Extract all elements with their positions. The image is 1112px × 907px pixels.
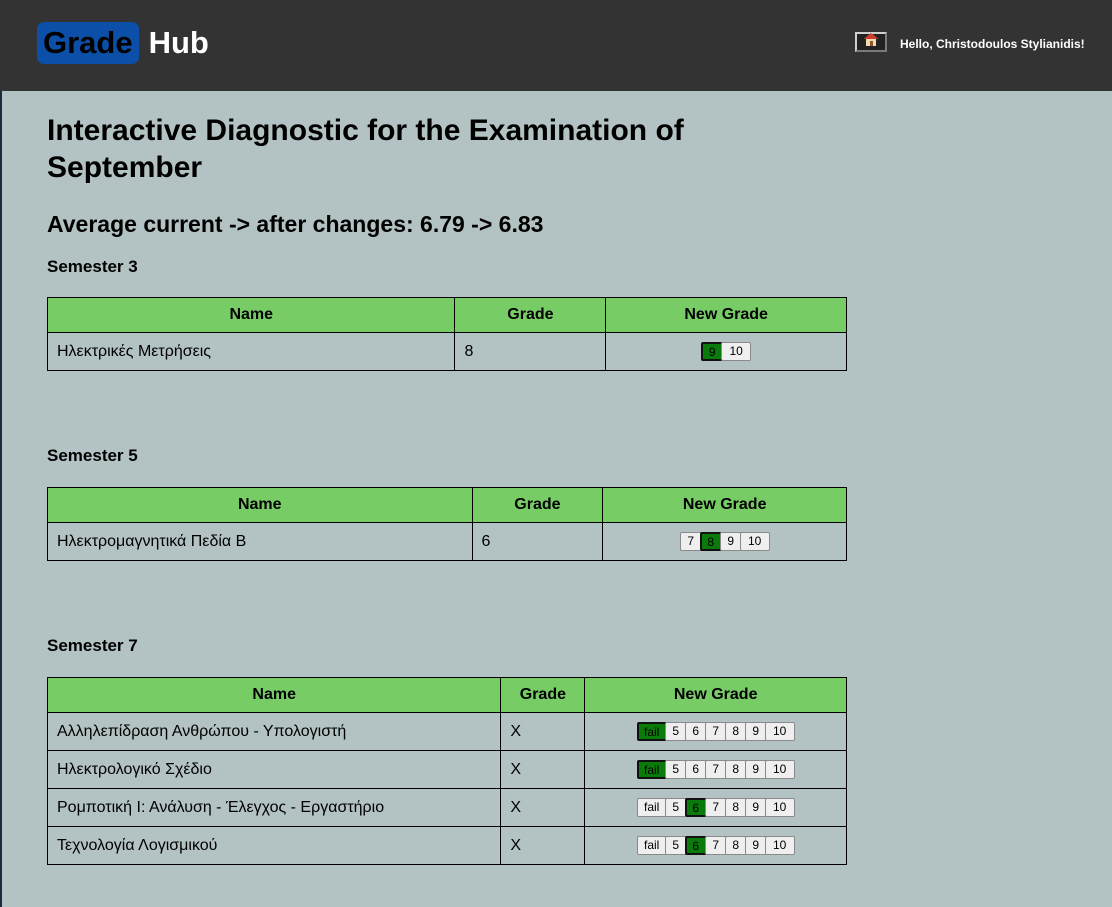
logo-grade-text: Grade [37,22,139,64]
course-name: Ηλεκτρικές Μετρήσεις [46,332,456,371]
grade-option-6-button[interactable]: 6 [684,722,707,741]
grade-option-10-button[interactable]: 10 [739,532,770,551]
course-name: Τεχνολογία Λογισμικού [46,826,502,865]
new-grade-selector: 7 8 9 10 [602,522,847,561]
current-grade: X [500,750,586,789]
current-grade: X [500,826,586,865]
current-grade: X [500,712,586,751]
grade-option-7-button[interactable]: 7 [679,532,702,551]
new-grade-selector: fail 5 6 7 8 9 10 [584,788,847,827]
column-header-grade: Grade [500,677,586,713]
grade-option-fail-button[interactable]: fail [636,798,667,817]
course-row: Ηλεκτρικές Μετρήσεις 8 9 10 [46,332,847,371]
column-header-name: Name [47,487,473,523]
course-name: Ρομποτική Ι: Ανάλυση - Έλεγχος - Εργαστή… [46,788,502,827]
grade-option-6-button[interactable]: 6 [684,836,707,855]
grade-option-9-button[interactable]: 9 [701,342,724,361]
grade-option-6-button[interactable]: 6 [684,760,707,779]
home-button[interactable] [855,32,887,52]
page-title: Interactive Diagnostic for the Examinati… [47,114,684,184]
top-navbar: Grade Hub Hello, Christodoulos Stylianid… [0,0,1112,91]
column-header-grade: Grade [471,487,604,523]
new-grade-selector: 9 10 [605,332,847,371]
grade-option-5-button[interactable]: 5 [664,760,687,779]
grade-option-fail-button[interactable]: fail [636,760,667,779]
grade-option-7-button[interactable]: 7 [704,722,727,741]
grade-option-10-button[interactable]: 10 [721,342,752,361]
grades-table: Name Grade New Grade Ηλεκτρομαγνητικά Πεδία… [47,487,847,561]
course-row: Τεχνολογία Λογισμικού Xfail 5 6 7 8 9 10 [46,826,847,865]
grade-option-8-button[interactable]: 8 [724,722,747,741]
new-grade-selector: fail 5 6 7 8 9 10 [584,750,847,789]
grade-option-5-button[interactable]: 5 [664,836,687,855]
grade-option-6-button[interactable]: 6 [684,798,707,817]
grade-option-10-button[interactable]: 10 [764,836,795,855]
logo[interactable]: Grade Hub [37,22,209,64]
logo-hub-text: Hub [148,25,209,60]
new-grade-selector: fail 5 6 7 8 9 10 [584,826,847,865]
column-header-grade: Grade [454,297,607,333]
course-row: Ρομποτική Ι: Ανάλυση - Έλεγχος - Εργαστή… [46,788,847,827]
grade-option-7-button[interactable]: 7 [704,798,727,817]
current-grade: 6 [471,522,604,561]
column-header-name: Name [46,297,456,333]
grade-option-9-button[interactable]: 9 [744,722,767,741]
semester-heading: Semester 3 [47,257,138,276]
grade-option-10-button[interactable]: 10 [764,798,795,817]
grade-option-5-button[interactable]: 5 [664,798,687,817]
grades-table: Name Grade New Grade Ηλεκτρικές Μετρήσεις 8 9… [46,297,847,371]
grades-table: Name Grade New Grade Αλληλεπίδραση Ανθρώπου… [46,677,847,865]
grade-option-fail-button[interactable]: fail [636,722,667,741]
grade-option-fail-button[interactable]: fail [636,836,667,855]
current-grade: X [500,788,586,827]
semester-heading: Semester 7 [47,636,138,655]
grade-option-8-button[interactable]: 8 [724,760,747,779]
grade-option-7-button[interactable]: 7 [704,760,727,779]
grade-option-10-button[interactable]: 10 [764,760,795,779]
left-edge-strip [0,91,2,907]
column-header-new-grade: New Grade [605,297,847,333]
grade-option-8-button[interactable]: 8 [699,532,722,551]
average-summary: Average current -> after changes: 6.79 -… [47,211,544,237]
course-name: Αλληλεπίδραση Ανθρώπου - Υπολογιστή [46,712,502,751]
grade-option-9-button[interactable]: 9 [744,760,767,779]
main-content: Interactive Diagnostic for the Examinati… [46,112,847,865]
course-row: Ηλεκτρολογικό Σχέδιο Xfail 5 6 7 8 9 10 [46,750,847,789]
grade-option-8-button[interactable]: 8 [724,836,747,855]
grade-option-10-button[interactable]: 10 [764,722,795,741]
column-header-new-grade: New Grade [602,487,847,523]
column-header-name: Name [46,677,502,713]
grade-option-8-button[interactable]: 8 [724,798,747,817]
course-name: Ηλεκτρολογικό Σχέδιο [46,750,502,789]
course-name: Ηλεκτρομαγνητικά Πεδία Β [47,522,473,561]
grade-option-9-button[interactable]: 9 [744,798,767,817]
grade-option-9-button[interactable]: 9 [719,532,742,551]
new-grade-selector: fail 5 6 7 8 9 10 [584,712,847,751]
course-row: Ηλεκτρομαγνητικά Πεδία Β 6 7 8 9 10 [47,522,847,561]
grade-option-7-button[interactable]: 7 [704,836,727,855]
house-icon [864,33,878,51]
column-header-new-grade: New Grade [584,677,847,713]
grade-option-5-button[interactable]: 5 [664,722,687,741]
user-greeting: Hello, Christodoulos Stylianidis! [900,37,1085,51]
course-row: Αλληλεπίδραση Ανθρώπου - Υπολογιστή Xfail… [46,712,847,751]
grade-option-9-button[interactable]: 9 [744,836,767,855]
current-grade: 8 [454,332,607,371]
semester-heading: Semester 5 [47,446,138,465]
